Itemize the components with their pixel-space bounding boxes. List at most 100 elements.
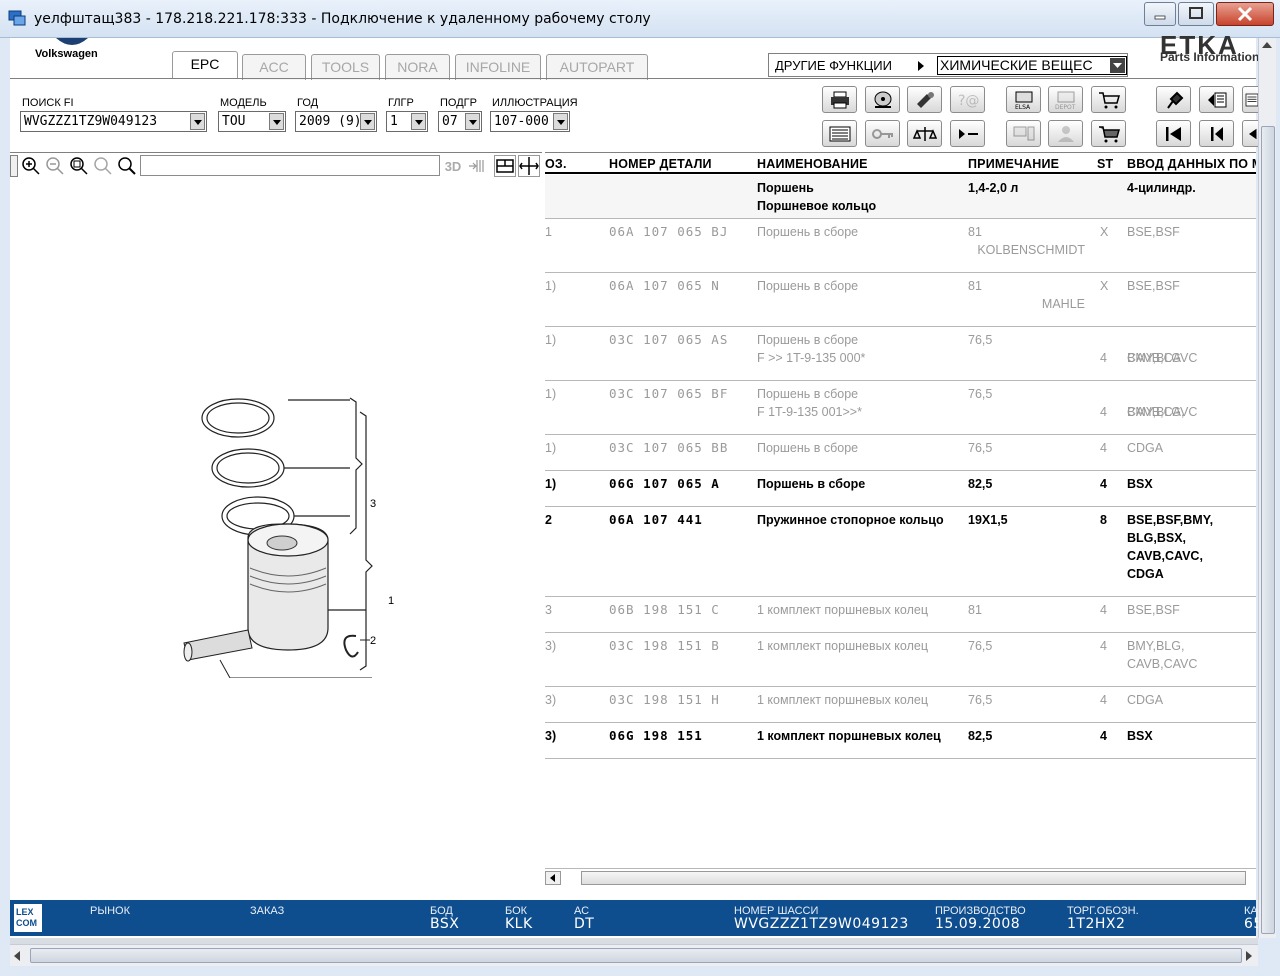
zoom-fit-button[interactable]	[68, 155, 90, 177]
horizontal-scroll-thumb[interactable]	[30, 948, 1242, 963]
svg-text:DEPOT: DEPOT	[1055, 104, 1076, 110]
row-engine-codes: CAVB,CAVC	[1127, 657, 1198, 671]
row-engine-codes: BLG,BSX,	[1127, 531, 1187, 545]
row-st: X	[1100, 225, 1109, 239]
illustration-search-input[interactable]	[140, 155, 440, 176]
search-button[interactable]	[116, 155, 138, 177]
vertical-scroll-thumb[interactable]	[1261, 126, 1275, 934]
col-note-header[interactable]: ПРИМЕЧАНИЕ	[968, 157, 1059, 171]
table-horizontal-scrollbar[interactable]	[545, 868, 1256, 885]
play-button[interactable]	[950, 120, 985, 147]
grid-view-button[interactable]	[466, 155, 488, 177]
table-row[interactable]: 1) 03C 107 065 BF Поршень в сборе F 1T-9-13…	[545, 381, 1256, 435]
parts-table: ОЗ. НОМЕР ДЕТАЛИ НАИМЕНОВАНИЕ ПРИМЕЧАНИЕ…	[545, 152, 1256, 870]
brand-name: Volkswagen	[35, 48, 98, 60]
scales-button[interactable]	[907, 120, 942, 147]
monitor-button[interactable]	[1006, 120, 1041, 147]
key-button[interactable]	[865, 120, 900, 147]
page-back-icon	[1207, 92, 1226, 107]
tab-autopart[interactable]: AUTOPART	[546, 54, 648, 80]
table-row[interactable]: 2 06A 107 441 Пружинное стопорное кольцо 19…	[545, 507, 1256, 597]
minimize-button[interactable]	[1144, 2, 1176, 26]
disc-button[interactable]	[865, 86, 900, 113]
row-position: 3)	[545, 693, 557, 707]
row-position: 3)	[545, 639, 557, 653]
panel-handle[interactable]	[10, 155, 18, 177]
scroll-up-arrow-icon[interactable]	[1262, 42, 1272, 48]
svg-text:ELSA: ELSA	[1015, 104, 1031, 110]
print-button[interactable]	[822, 86, 857, 113]
tab-nora[interactable]: NORA	[385, 54, 450, 80]
table-row[interactable]: 1) 06G 107 065 A Поршень в сборе 82,5 4 BSX	[545, 471, 1256, 507]
col-part-number-header[interactable]: НОМЕР ДЕТАЛИ	[609, 157, 712, 171]
tools-button[interactable]	[907, 86, 942, 113]
scroll-thumb[interactable]	[581, 871, 1246, 885]
model-select[interactable]: TOU	[218, 111, 286, 132]
window-vertical-scrollbar[interactable]	[1258, 38, 1276, 938]
table-row[interactable]: 1) 03C 107 065 AS Поршень в сборе F >> 1T-9…	[545, 327, 1256, 381]
table-row[interactable]: 3) 03C 198 151 H 1 комплект поршневых коле…	[545, 687, 1256, 723]
arrow-left-icon	[550, 874, 555, 882]
cart-add-button[interactable]	[1091, 86, 1126, 113]
3d-button[interactable]: 3D	[442, 155, 464, 177]
tab-infoline[interactable]: INFOLINE	[455, 54, 541, 80]
zoom-100-button[interactable]	[92, 155, 114, 177]
table-row[interactable]: 3) 03C 198 151 B 1 комплект поршневых коле…	[545, 633, 1256, 687]
production-value: 15.09.2008	[935, 916, 1021, 932]
tab-acc[interactable]: ACC	[242, 54, 306, 80]
col-pos-header[interactable]: ОЗ.	[545, 157, 567, 171]
col-st-header[interactable]: ST	[1097, 157, 1113, 171]
pin-button[interactable]	[1156, 86, 1191, 113]
illustration-select[interactable]: 107-000	[490, 111, 570, 132]
col-data-header[interactable]: ВВОД ДАННЫХ ПО М	[1127, 157, 1256, 171]
first-button[interactable]	[1156, 120, 1191, 147]
depot-button[interactable]: DEPOT	[1048, 86, 1083, 113]
vin-select[interactable]: WVGZZZ1TZ9W049123	[20, 111, 207, 132]
maximize-button[interactable]	[1178, 2, 1214, 26]
vehicle-status-bar: LEX COM РЫНОК ЗАКАЗ БОД BSX БОК KLK АС D…	[10, 900, 1262, 936]
close-button[interactable]	[1216, 2, 1274, 26]
user-button[interactable]	[1048, 120, 1083, 147]
piston-illustration[interactable]: 3 1 2	[160, 388, 400, 679]
cart-icon	[1098, 91, 1120, 108]
zoom-in-button[interactable]	[20, 155, 42, 177]
row-note: 82,5	[968, 477, 993, 491]
window-horizontal-scrollbar[interactable]	[10, 944, 1258, 966]
callout-3: 3	[370, 498, 377, 510]
col-name-header[interactable]: НАИМЕНОВАНИЕ	[757, 157, 868, 171]
list-button[interactable]	[822, 120, 857, 147]
other-functions-select[interactable]: ХИМИЧЕСКИЕ ВЕЩЕС	[937, 56, 1127, 75]
dropdown-arrow-icon	[465, 113, 480, 130]
zoom-out-icon	[46, 157, 64, 175]
scroll-left-arrow-icon[interactable]	[14, 951, 20, 961]
table-row[interactable]: 3 06B 198 151 C 1 комплект поршневых колец…	[545, 597, 1256, 633]
main-group-label: ГЛГР	[388, 97, 414, 109]
list-icon	[829, 126, 850, 141]
dropdown-arrow-icon	[1110, 58, 1125, 73]
tab-epc[interactable]: EPC	[172, 51, 238, 79]
cart-button[interactable]	[1091, 120, 1126, 147]
table-row[interactable]: 3) 06G 198 151 1 комплект поршневых колец 8…	[545, 723, 1256, 759]
row-part-number: 06A 107 441	[609, 512, 703, 527]
sub-group-select[interactable]: 07	[438, 111, 482, 132]
tab-tools[interactable]: TOOLS	[311, 54, 380, 80]
scroll-right-arrow-icon[interactable]	[1246, 951, 1252, 961]
prev-page-button[interactable]	[1199, 86, 1234, 113]
prev-button[interactable]	[1199, 120, 1234, 147]
help-button[interactable]: ?@	[950, 86, 985, 113]
split-view-button[interactable]	[494, 155, 516, 177]
elsa-button[interactable]: ELSA	[1006, 86, 1041, 113]
table-row[interactable]: 1 06A 107 065 BJ Поршень в сборе 81 KOLBENSC…	[545, 219, 1256, 273]
zoom-out-button[interactable]	[44, 155, 66, 177]
year-label: ГОД	[297, 97, 319, 109]
sub-group-label: ПОДГР	[440, 97, 477, 109]
table-row[interactable]: 1) 03C 107 065 BB Поршень в сборе 76,5 4 CDGA	[545, 435, 1256, 471]
vin-label: ПОИСК FI	[22, 97, 74, 109]
row-part-number: 06A 107 065 N	[609, 278, 720, 293]
main-group-select[interactable]: 1	[386, 111, 428, 132]
scroll-left-button[interactable]	[545, 871, 561, 885]
split-view-icon	[496, 159, 514, 173]
resize-button[interactable]	[518, 155, 540, 177]
year-select[interactable]: 2009 (9)	[295, 111, 377, 132]
table-row[interactable]: 1) 06A 107 065 N Поршень в сборе 81 MAHLE X BS…	[545, 273, 1256, 327]
